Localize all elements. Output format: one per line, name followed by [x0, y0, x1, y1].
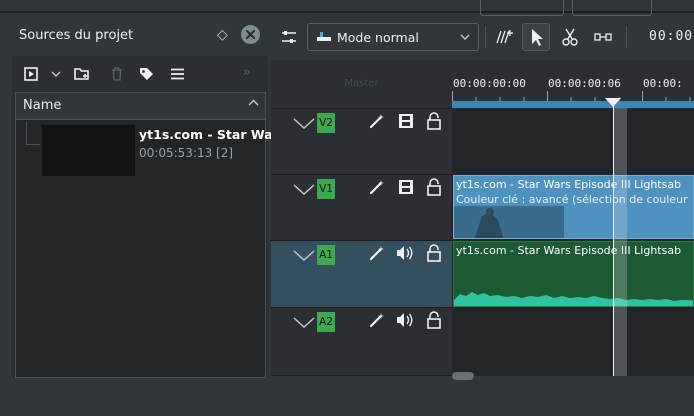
clip-name: yt1s.com - Star Wa: [139, 127, 273, 142]
timecode-display[interactable]: 00:00:: [649, 29, 694, 44]
bin-title: Sources du projet: [19, 28, 134, 43]
toolbar-separator: [485, 26, 486, 48]
master-label: Master: [344, 78, 379, 89]
chevron-down-icon: [460, 34, 470, 41]
track-header-v2[interactable]: V2: [271, 109, 452, 174]
overflow-chevron-icon[interactable]: »: [243, 65, 251, 80]
lock-open-icon[interactable]: [427, 244, 441, 262]
list-item[interactable]: yt1s.com - Star Wa 00:05:53:13 [2]: [16, 121, 273, 181]
clip-thumbnail: [42, 125, 135, 176]
top-tab[interactable]: [572, 0, 652, 16]
lock-open-icon[interactable]: [427, 178, 441, 196]
top-tab[interactable]: [480, 0, 564, 16]
playhead-line[interactable]: [613, 101, 614, 376]
timeline-zone-bar[interactable]: [452, 101, 694, 108]
add-folder-icon[interactable]: [74, 67, 90, 81]
clip-title: yt1s.com - Star Wars Episode III Lightsa…: [456, 178, 682, 191]
horizontal-scrollbar[interactable]: [452, 372, 474, 380]
track-name-badge: A1: [317, 245, 335, 265]
snap-tool-button[interactable]: [491, 23, 519, 51]
sort-chevron-up-icon[interactable]: [248, 99, 259, 107]
column-name-label: Name: [23, 98, 62, 113]
chevron-down-icon[interactable]: [293, 184, 315, 196]
clip-duration: 00:05:53:13 [2]: [139, 146, 234, 160]
effect-wand-icon[interactable]: [369, 179, 385, 195]
bin-header: Sources du projet ◇: [12, 20, 268, 56]
float-dock-icon[interactable]: ◇: [217, 27, 228, 43]
track-name-badge: A2: [317, 312, 335, 332]
lock-open-icon[interactable]: [427, 311, 441, 329]
project-bin-panel: Sources du projet ◇ » Name yt1s.com - St…: [12, 20, 273, 378]
ruler-timecode: 00:00:00:06: [548, 77, 621, 90]
speaker-icon[interactable]: [396, 312, 414, 328]
trash-icon[interactable]: [111, 67, 123, 81]
bin-toolbar: »: [12, 58, 268, 90]
clip-title: yt1s.com - Star Wars Episode III Lightsa…: [456, 244, 682, 257]
ruler-timecode: 00:00:: [643, 77, 683, 90]
mode-icon: [317, 32, 331, 42]
speaker-icon[interactable]: [396, 245, 414, 261]
menu-icon[interactable]: [170, 68, 185, 80]
track-header-v1[interactable]: V1: [271, 175, 452, 240]
film-icon[interactable]: [398, 179, 414, 195]
bin-bottom-area: [12, 378, 268, 416]
chevron-down-icon[interactable]: [293, 250, 315, 262]
close-icon[interactable]: [241, 25, 260, 44]
tree-line: [26, 144, 40, 145]
chevron-down-icon[interactable]: [293, 118, 315, 130]
clip-thumbnail: [454, 206, 564, 238]
bin-clip-list: Name yt1s.com - Star Wa 00:05:53:13 [2]: [15, 92, 273, 378]
column-header-name[interactable]: Name: [16, 93, 265, 120]
chevron-down-icon[interactable]: [293, 317, 315, 329]
timeline-toolbar: Mode normal 00:00:: [271, 20, 694, 58]
tag-icon[interactable]: [139, 67, 154, 81]
effect-wand-icon[interactable]: [369, 312, 385, 328]
clip-effect-label: Couleur clé : avancé (sélection de coule…: [456, 193, 688, 206]
timeline-bottom-area: [271, 376, 694, 416]
track-name-badge: V1: [317, 179, 335, 199]
toolbar-separator: [626, 26, 627, 48]
tree-line: [26, 121, 27, 145]
playhead-band: [613, 108, 627, 376]
edit-mode-dropdown[interactable]: Mode normal: [307, 23, 479, 51]
track-header-a1[interactable]: A1: [271, 241, 452, 307]
track-header-a2[interactable]: A2: [271, 308, 452, 375]
film-icon[interactable]: [398, 113, 414, 129]
track-name-badge: V2: [317, 113, 335, 133]
effect-wand-icon[interactable]: [369, 113, 385, 129]
spacer-tool-button[interactable]: [589, 23, 617, 51]
lock-open-icon[interactable]: [427, 112, 441, 130]
audio-waveform: [454, 292, 693, 306]
edit-mode-label: Mode normal: [337, 30, 419, 45]
audio-clip[interactable]: yt1s.com - Star Wars Episode III Lightsa…: [453, 241, 694, 307]
selection-tool-button[interactable]: [522, 23, 550, 51]
chevron-down-icon[interactable]: [51, 71, 61, 78]
track-settings-icon[interactable]: [281, 29, 297, 45]
video-clip[interactable]: yt1s.com - Star Wars Episode III Lightsa…: [453, 175, 694, 239]
ruler-timecode: 00:00:00:00: [453, 77, 526, 90]
playhead-marker-icon[interactable]: [605, 98, 621, 108]
razor-tool-button[interactable]: [556, 23, 584, 51]
add-clip-icon[interactable]: [24, 67, 38, 81]
effect-wand-icon[interactable]: [369, 245, 385, 261]
